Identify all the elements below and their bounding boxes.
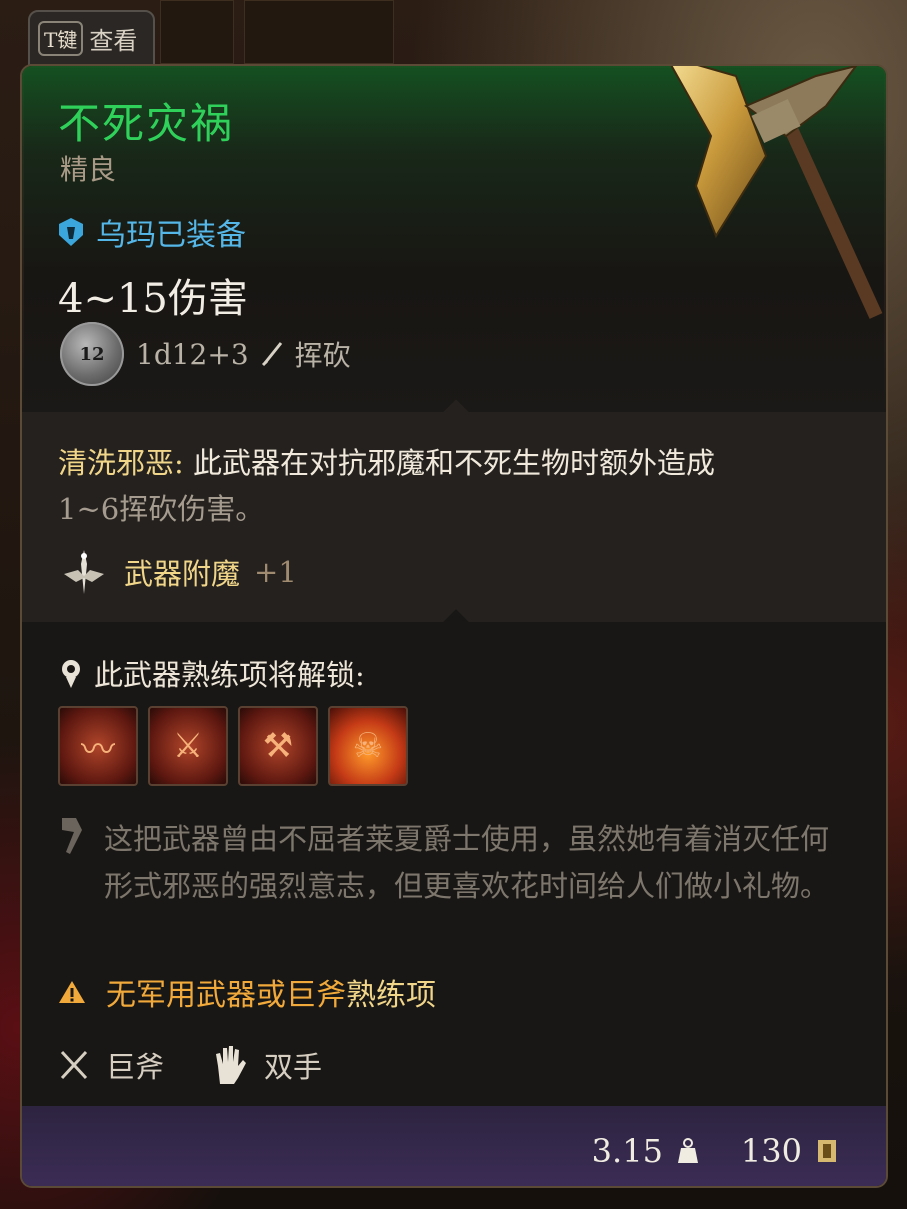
damage-roll: 12 1d12+3 挥砍 bbox=[60, 322, 351, 386]
d12-icon: 12 bbox=[60, 322, 124, 386]
proficiency-label: 此武器熟练项将解锁: bbox=[94, 658, 365, 692]
passive-text-2: 1~6挥砍伤害。 bbox=[58, 492, 265, 526]
proficiency-warning: 无军用武器或巨斧熟练项 bbox=[58, 970, 436, 1014]
enchantment-row: 武器附魔 +1 bbox=[58, 546, 297, 598]
skill-slash-icon[interactable]: 〰 bbox=[58, 706, 138, 786]
lore-block: 这把武器曾由不屈者莱夏爵士使用，虽然她有着消灭任何形式邪恶的强烈意志，但更喜欢花… bbox=[58, 816, 844, 910]
item-tooltip: 不死灾祸 精良 乌玛已装备 4~15伤害 12 1d12+3 挥砍 清洗邪恶: … bbox=[20, 64, 888, 1188]
proficiency-unlock: 此武器熟练项将解锁: bbox=[58, 652, 365, 694]
enchant-icon bbox=[64, 550, 104, 594]
key-badge: T键 bbox=[38, 20, 84, 56]
skill-sword-icon[interactable]: ⚔ bbox=[148, 706, 228, 786]
weight-icon bbox=[677, 1138, 698, 1163]
skill-list: 〰 ⚔ ⚒ ☠ bbox=[58, 706, 408, 786]
proficiency-icon bbox=[62, 660, 80, 688]
passive-description: 清洗邪恶: 此武器在对抗邪魔和不死生物时额外造成 1~6挥砍伤害。 bbox=[58, 440, 858, 532]
enchant-value: +1 bbox=[254, 555, 297, 589]
dice-face: 12 bbox=[79, 343, 105, 365]
equipped-label: 乌玛已装备 bbox=[96, 218, 246, 253]
gold-icon bbox=[818, 1140, 836, 1162]
examine-hint[interactable]: T键 查看 bbox=[28, 10, 156, 66]
weapon-type: 巨斧 bbox=[106, 1050, 165, 1084]
damage-range: 4~15伤害 bbox=[58, 276, 248, 322]
inventory-slot[interactable] bbox=[160, 0, 234, 64]
crossed-swords-icon bbox=[60, 1050, 88, 1080]
axe-illustration bbox=[670, 66, 883, 319]
warning-text: 无军用武器或 bbox=[106, 978, 286, 1013]
enchant-label: 武器附魔 bbox=[124, 557, 241, 591]
passive-text: 此武器在对抗邪魔和不死生物时额外造成 bbox=[183, 446, 716, 480]
skill-skull-icon[interactable]: ☠ bbox=[328, 706, 408, 786]
item-weight: 3.15 bbox=[591, 1132, 663, 1170]
skill-axe-icon[interactable]: ⚒ bbox=[238, 706, 318, 786]
handedness: 双手 bbox=[264, 1050, 323, 1084]
warning-icon bbox=[59, 981, 85, 1003]
weapon-properties: 巨斧 双手 bbox=[58, 1044, 322, 1086]
examine-label: 查看 bbox=[89, 26, 138, 55]
warning-suffix: 熟练项 bbox=[346, 978, 436, 1013]
equipped-status: 乌玛已装备 bbox=[58, 210, 246, 254]
warning-weapon: 巨斧 bbox=[286, 978, 346, 1013]
lore-text: 这把武器曾由不屈者莱夏爵士使用，虽然她有着消灭任何形式邪恶的强烈意志，但更喜欢花… bbox=[104, 822, 830, 903]
two-hand-icon bbox=[216, 1046, 247, 1084]
slashing-icon bbox=[261, 342, 282, 367]
inventory-slot[interactable] bbox=[244, 0, 394, 64]
item-name: 不死灾祸 bbox=[58, 99, 235, 148]
helmet-icon bbox=[59, 218, 83, 246]
damage-type: 挥砍 bbox=[294, 339, 351, 372]
dice-roll: 1d12+3 bbox=[136, 337, 249, 371]
passive-name: 清洗邪恶: bbox=[58, 446, 184, 480]
item-rarity: 精良 bbox=[60, 153, 117, 186]
quote-icon bbox=[62, 818, 82, 854]
item-value: 130 bbox=[740, 1132, 802, 1170]
item-footer: 3.15 130 bbox=[592, 1132, 838, 1170]
